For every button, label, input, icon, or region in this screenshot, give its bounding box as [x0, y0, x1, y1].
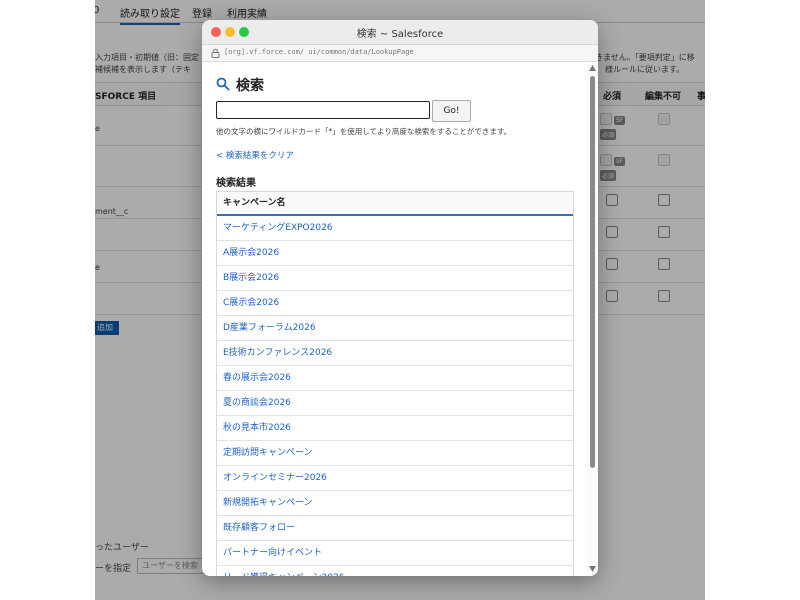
- window-titlebar[interactable]: 検索 ~ Salesforce: [202, 20, 598, 45]
- search-input[interactable]: [216, 101, 430, 119]
- lookup-window: 検索 ~ Salesforce [org].vf.force.com/ ui/c…: [202, 20, 598, 576]
- result-link[interactable]: 新規開拓キャンペーン: [217, 491, 573, 516]
- result-link[interactable]: マーケティングEXPO2026: [217, 216, 573, 241]
- url-text: [org].vf.force.com/ ui/common/data/Looku…: [224, 48, 414, 56]
- result-link[interactable]: A展示会2026: [217, 241, 573, 266]
- vertical-scrollbar[interactable]: [587, 62, 598, 576]
- url-bar: [org].vf.force.com/ ui/common/data/Looku…: [202, 45, 598, 62]
- result-link[interactable]: 定期訪問キャンペーン: [217, 441, 573, 466]
- lookup-content: 検索 Go! 他の文字の横にワイルドカード「*」を使用してより高度な検索をするこ…: [202, 62, 598, 576]
- result-link[interactable]: 既存顧客フォロー: [217, 516, 573, 541]
- result-link[interactable]: オンラインセミナー2026: [217, 466, 573, 491]
- result-link[interactable]: D産業フォーラム2026: [217, 316, 573, 341]
- result-link[interactable]: 秋の見本市2026: [217, 416, 573, 441]
- results-title: 検索結果: [216, 178, 256, 189]
- window-title: 検索 ~ Salesforce: [356, 29, 444, 40]
- wildcard-hint: 他の文字の横にワイルドカード「*」を使用してより高度な検索をすることができます。: [216, 127, 512, 136]
- page-title: 検索: [236, 78, 264, 94]
- result-link[interactable]: パートナー向けイベント: [217, 541, 573, 566]
- lock-icon: [211, 48, 220, 58]
- page-margin-left: [0, 0, 95, 600]
- result-link[interactable]: E技術カンファレンス2026: [217, 341, 573, 366]
- result-link[interactable]: B展示会2026: [217, 266, 573, 291]
- result-link[interactable]: 夏の商談会2026: [217, 391, 573, 416]
- scroll-up-arrow-icon[interactable]: [589, 65, 596, 71]
- result-link[interactable]: 春の展示会2026: [217, 366, 573, 391]
- results-table: キャンペーン名 マーケティングEXPO2026 A展示会2026 B展示会202…: [216, 191, 574, 576]
- result-link[interactable]: C展示会2026: [217, 291, 573, 316]
- page-margin-right: [705, 0, 800, 600]
- go-button[interactable]: Go!: [432, 100, 471, 122]
- clear-results-link[interactable]: < 検索結果をクリア: [216, 149, 294, 161]
- result-link[interactable]: リード獲得キャンペーン2026: [217, 566, 573, 576]
- scroll-thumb[interactable]: [590, 76, 595, 468]
- column-header-campaign-name: キャンペーン名: [217, 192, 573, 216]
- scroll-down-arrow-icon[interactable]: [589, 566, 596, 572]
- search-icon: [216, 77, 230, 91]
